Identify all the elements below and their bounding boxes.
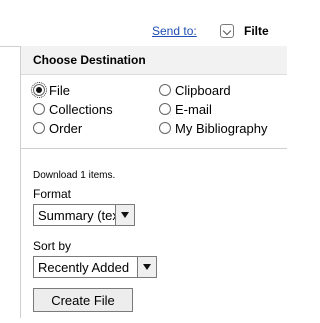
section-divider: [21, 148, 287, 149]
triangle-down-icon[interactable]: [137, 257, 156, 277]
destination-label-file: File: [49, 83, 70, 98]
destination-option-my-bibliography[interactable]: My Bibliography: [159, 121, 268, 137]
destination-option-order[interactable]: Order: [33, 121, 82, 137]
chevron-down-icon[interactable]: [220, 24, 234, 38]
destination-label-clipboard: Clipboard: [175, 83, 231, 98]
radio-clipboard[interactable]: [159, 84, 171, 96]
top-bar: Send to: Filte: [0, 0, 286, 47]
panel-header: Choose Destination: [21, 46, 287, 75]
radio-collections[interactable]: [33, 103, 45, 115]
sort-by-select-value: Recently Added: [38, 260, 130, 275]
destination-label-order: Order: [49, 121, 83, 136]
destination-label-my-bibliography: My Bibliography: [175, 121, 268, 136]
send-to-link[interactable]: Send to:: [152, 24, 197, 38]
download-count-text: Download 1 items.: [33, 170, 116, 181]
format-select-value: Summary (text): [38, 208, 127, 223]
radio-file[interactable]: [31, 82, 47, 98]
choose-destination-title: Choose Destination: [33, 53, 146, 67]
send-to-panel: Choose Destination File Clipboard Collec…: [20, 46, 287, 318]
filter-label[interactable]: Filte: [244, 24, 269, 38]
destination-option-email[interactable]: E-mail: [159, 102, 212, 118]
destination-option-file[interactable]: File: [31, 82, 70, 99]
triangle-down-icon[interactable]: [115, 205, 134, 225]
destination-label-email: E-mail: [175, 102, 212, 117]
radio-order[interactable]: [33, 122, 45, 134]
sort-by-select[interactable]: Recently Added: [33, 256, 157, 278]
destination-option-clipboard[interactable]: Clipboard: [159, 83, 231, 99]
format-label: Format: [33, 187, 72, 201]
destination-option-collections[interactable]: Collections: [33, 102, 113, 118]
destination-label-collections: Collections: [49, 102, 113, 117]
create-file-button[interactable]: Create File: [33, 288, 133, 312]
sort-by-label: Sort by: [33, 239, 72, 253]
radio-my-bibliography[interactable]: [159, 122, 171, 134]
radio-email[interactable]: [159, 103, 171, 115]
format-select[interactable]: Summary (text): [33, 204, 135, 226]
